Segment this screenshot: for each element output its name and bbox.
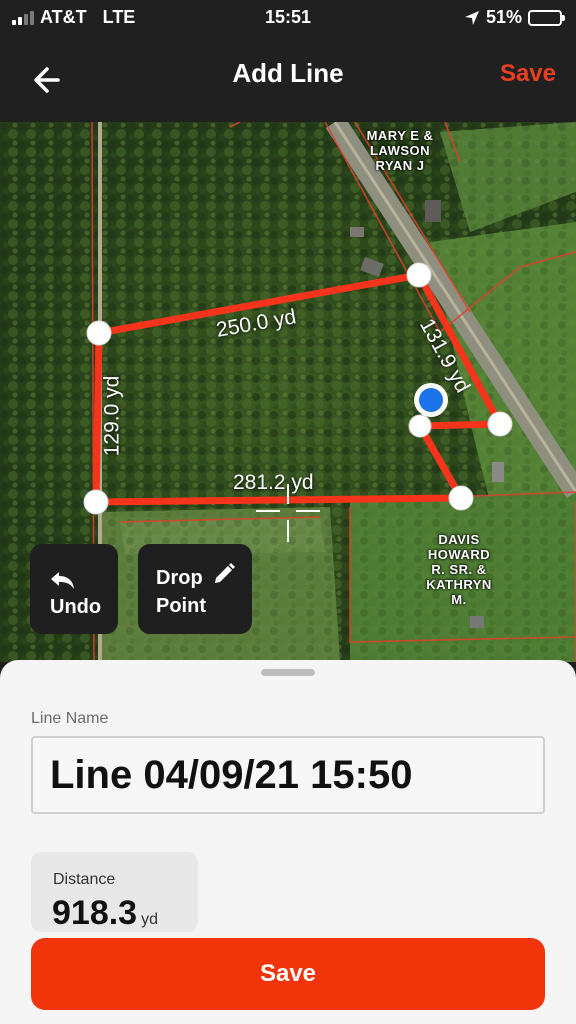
vertex-handle[interactable]: [83, 489, 109, 515]
vertex-handle[interactable]: [408, 414, 432, 438]
drop-point-label: Drop Point: [156, 567, 206, 617]
status-bar: AT&T LTE 15:51 51%: [0, 0, 576, 36]
location-arrow-icon: [464, 10, 479, 25]
undo-button[interactable]: Undo: [30, 544, 118, 634]
distance-row: 918.3 yd: [52, 894, 158, 932]
battery-icon: [528, 9, 565, 26]
line-name-label: Line Name: [31, 710, 109, 727]
bottom-sheet: Line Name Distance 918.3yd Save: [0, 660, 576, 1024]
sheet-drag-handle[interactable]: [261, 669, 315, 676]
distance-value: 918.3: [52, 894, 138, 932]
pencil-icon: [215, 563, 235, 583]
map-view[interactable]: 250.0 yd 131.9 yd 129.0 yd 281.2 yd MARY…: [0, 122, 576, 662]
parcel-owner-label: DAVIS HOWARD R. SR. & KATHRYN M.: [426, 532, 492, 607]
segment-label: 281.2 yd: [233, 471, 314, 494]
vertex-handle[interactable]: [448, 485, 474, 511]
battery-percent: 51%: [485, 7, 522, 27]
parcel-owner-label: MARY E & LAWSON RYAN J: [366, 128, 434, 173]
undo-icon: [51, 572, 74, 589]
distance-card: Distance 918.3 yd: [31, 852, 198, 932]
status-right: 51%: [464, 7, 565, 28]
line-name-input[interactable]: [31, 736, 545, 814]
nav-save-button[interactable]: Save: [500, 60, 556, 88]
undo-label: Undo: [50, 596, 102, 618]
distance-unit: yd: [141, 911, 158, 928]
vertex-handle[interactable]: [86, 320, 112, 346]
vertex-handle[interactable]: [487, 411, 513, 437]
nav-bar: Add Line Save: [0, 36, 576, 122]
segment-label: 129.0 yd: [100, 375, 124, 457]
save-button[interactable]: Save: [31, 938, 545, 1010]
page-title: Add Line: [232, 58, 344, 88]
drop-point-button[interactable]: Drop Point: [138, 544, 252, 634]
location-dot-icon: [419, 388, 443, 412]
distance-label: Distance: [53, 871, 116, 888]
vertex-handle[interactable]: [406, 262, 432, 288]
